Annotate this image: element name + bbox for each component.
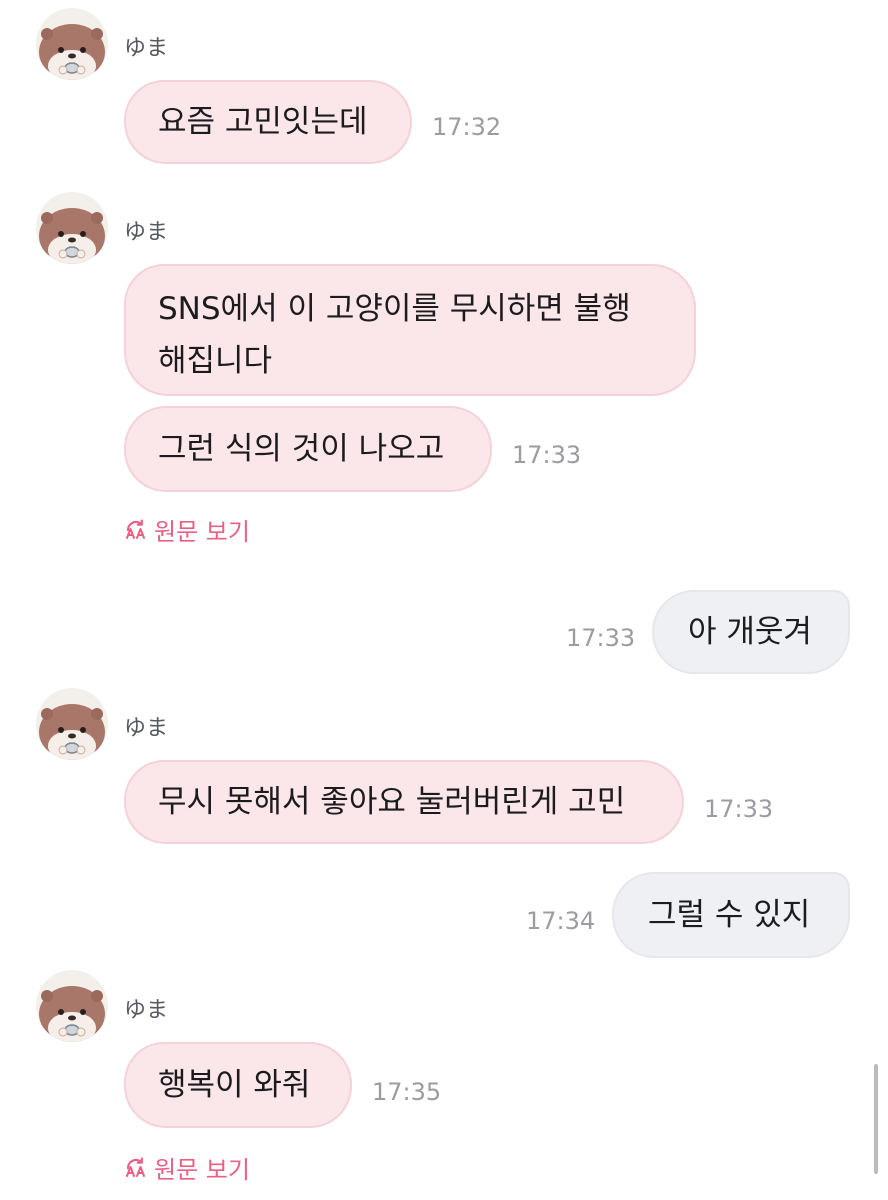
message-timestamp: 17:33 [566,624,636,652]
message-text-line: 해집니다 [158,343,273,379]
otter-avatar-icon[interactable] [36,8,108,80]
sender-name: ゆま [124,716,169,741]
otter-avatar-icon[interactable] [36,688,108,760]
view-original-link[interactable]: 원문 보기 [124,512,250,547]
incoming-message-bubble[interactable]: 그런 식의 것이 나오고 [124,406,492,492]
view-original-link[interactable]: 원문 보기 [124,1150,250,1185]
incoming-message-bubble[interactable]: SNS에서 이 고양이를 무시하면 불행 해집니다 [124,264,696,396]
message-text: 요즘 고민잇는데 [158,104,368,140]
view-original-label: 원문 보기 [154,1156,250,1184]
outgoing-message-bubble[interactable]: 아 개웃겨 [652,590,850,674]
message-text: 무시 못해서 좋아요 눌러버린게 고민 [158,784,626,820]
outgoing-message-bubble[interactable]: 그럴 수 있지 [612,872,850,958]
translate-icon [124,518,148,542]
message-timestamp: 17:33 [704,795,774,823]
message-text: 그런 식의 것이 나오고 [158,431,445,467]
sender-name: ゆま [124,998,169,1023]
message-text: 행복이 와줘 [158,1067,311,1103]
incoming-message-bubble[interactable]: 요즘 고민잇는데 [124,80,412,164]
sender-name: ゆま [124,36,169,61]
view-original-label: 원문 보기 [154,518,250,546]
message-text: 그럴 수 있지 [648,897,811,933]
message-text: 아 개웃겨 [688,614,812,650]
sender-name: ゆま [124,220,169,245]
translate-icon [124,1156,148,1180]
message-timestamp: 17:33 [512,441,582,469]
incoming-message-bubble[interactable]: 행복이 와줘 [124,1042,352,1128]
otter-avatar-icon[interactable] [36,970,108,1042]
chat-thread: ゆま 요즘 고민잇는데 17:32 ゆま SNS에서 이 고양이를 무시하면 불… [0,0,888,1200]
message-timestamp: 17:35 [372,1078,442,1106]
scrollbar-thumb[interactable] [874,1064,878,1174]
otter-avatar-icon[interactable] [36,192,108,264]
incoming-message-bubble[interactable]: 무시 못해서 좋아요 눌러버린게 고민 [124,760,684,844]
message-timestamp: 17:32 [432,113,502,141]
message-text-line: SNS에서 이 고양이를 무시하면 불행 [158,291,631,327]
message-timestamp: 17:34 [526,907,596,935]
